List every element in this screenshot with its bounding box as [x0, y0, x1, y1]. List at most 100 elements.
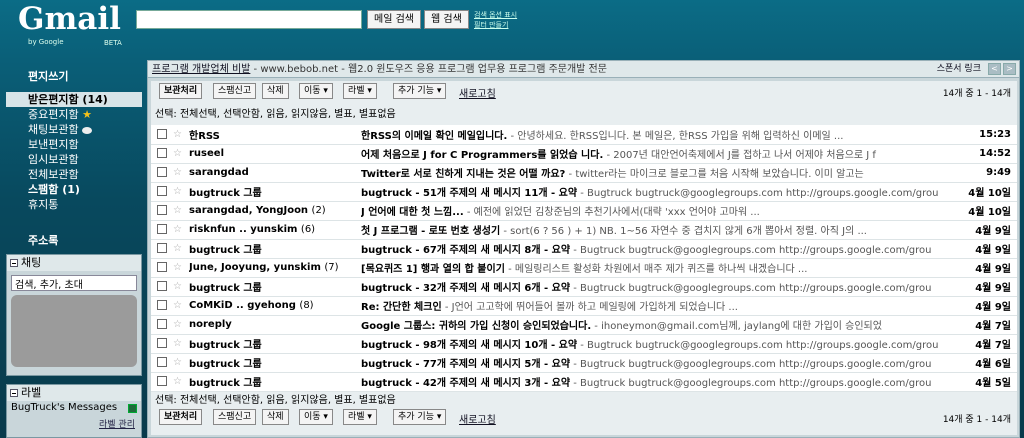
logo-by-google: by Google	[28, 38, 64, 46]
star-icon[interactable]: ☆	[173, 182, 189, 202]
chevron-right-icon[interactable]: >	[1003, 63, 1016, 75]
thread-count: (8)	[299, 300, 314, 311]
message-row[interactable]: ☆ June, Jooyung, yunskim (7) [목요퀴즈 1] 행과 열…	[151, 258, 1017, 278]
subject: 첫 J 프로그램 - 로또 번호 생성기	[361, 226, 501, 237]
row-checkbox[interactable]	[157, 262, 167, 272]
message-row[interactable]: ☆ bugtruck 그룹 bugtruck - 42개 주제의 새 메시지 3개…	[151, 372, 1017, 392]
row-checkbox[interactable]	[157, 357, 167, 367]
snippet: - Bugtruck bugtruck@googlegroups.com htt…	[570, 245, 932, 256]
star-icon[interactable]: ☆	[173, 353, 189, 373]
message-row[interactable]: ☆ bugtruck 그룹 bugtruck - 98개 주제의 새 메시지 10…	[151, 334, 1017, 354]
star-icon[interactable]: ☆	[173, 334, 189, 354]
manage-labels-link[interactable]: 라벨 관리	[7, 415, 141, 433]
star-icon[interactable]: ☆	[173, 296, 189, 316]
row-checkbox[interactable]	[157, 338, 167, 348]
message-row[interactable]: ☆ CoMKiD .. gyehong (8) Re: 간단한 체크인 - J언어 …	[151, 296, 1017, 316]
star-icon[interactable]: ☆	[173, 372, 189, 392]
collapse-icon[interactable]	[10, 389, 18, 397]
star-icon[interactable]: ☆	[173, 239, 189, 259]
search-web-button[interactable]: 웹 검색	[424, 10, 469, 29]
report-spam-button[interactable]: 스팸신고	[213, 409, 257, 425]
nav-item-spam[interactable]: 스팸함 (1)	[6, 182, 142, 197]
delete-button[interactable]: 삭제	[262, 409, 289, 425]
star-icon[interactable]: ☆	[173, 163, 189, 183]
row-checkbox[interactable]	[157, 319, 167, 329]
row-checkbox[interactable]	[157, 128, 167, 139]
sponsor-label[interactable]: 스폰서 링크	[937, 61, 981, 78]
nav-item-inbox[interactable]: 받은편지함 (14)	[6, 92, 142, 107]
more-actions-dropdown[interactable]: 추가 기능 ▾	[393, 83, 447, 99]
move-dropdown[interactable]: 이동 ▾	[299, 83, 333, 99]
star-icon[interactable]: ☆	[173, 144, 189, 164]
message-row[interactable]: ☆ ruseel 어제 처음으로 J for C Programmers를 읽었습…	[151, 144, 1017, 164]
chat-bubble-icon	[82, 126, 93, 134]
message-row[interactable]: ☆ bugtruck 그룹 bugtruck - 51개 주제의 새 메시지 11…	[151, 182, 1017, 202]
search-options-link[interactable]: 검색 옵션 표시	[474, 10, 517, 20]
search-mail-button[interactable]: 메일 검색	[367, 10, 421, 29]
labels-panel-header[interactable]: 라벨	[7, 385, 141, 401]
chat-panel-header[interactable]: 채팅	[7, 255, 141, 271]
sender: June, Jooyung, yunskim	[189, 262, 321, 273]
message-row[interactable]: ☆ bugtruck 그룹 bugtruck - 32개 주제의 새 메시지 6개…	[151, 277, 1017, 297]
select-links[interactable]: 선택: 전체선택, 선택안함, 읽음, 읽지않음, 별표, 별표없음	[155, 105, 396, 120]
contacts-link[interactable]: 주소록	[28, 232, 58, 248]
sponsor-bar: 프로그램 개발업체 비발 - www.bebob.net - 웹2.0 윈도우즈…	[148, 61, 1019, 78]
create-filter-link[interactable]: 필터 만들기	[474, 20, 517, 30]
date: 4월 5일	[945, 372, 1017, 392]
collapse-icon[interactable]	[10, 259, 18, 267]
sponsor-link[interactable]: 프로그램 개발업체 비발	[152, 64, 250, 75]
more-actions-dropdown[interactable]: 추가 기능 ▾	[393, 409, 447, 425]
row-checkbox[interactable]	[157, 167, 167, 177]
star-icon[interactable]: ☆	[173, 277, 189, 297]
chat-contacts-box	[11, 295, 137, 367]
compose-link[interactable]: 편지쓰기	[28, 68, 68, 84]
nav-item-trash[interactable]: 휴지통	[6, 197, 142, 212]
message-row[interactable]: ☆ bugtruck 그룹 bugtruck - 77개 주제의 새 메시지 5개…	[151, 353, 1017, 373]
star-icon[interactable]: ☆	[173, 125, 189, 145]
row-checkbox[interactable]	[157, 300, 167, 310]
header-links: 검색 옵션 표시 필터 만들기	[474, 10, 517, 30]
message-row[interactable]: ☆ sarangdad, YongJoon (2) J 언어에 대한 첫 느낌...…	[151, 201, 1017, 221]
subject: bugtruck - 67개 주제의 새 메시지 8개 - 요약	[361, 245, 571, 256]
report-spam-button[interactable]: 스팸신고	[213, 83, 257, 99]
nav-item-chats[interactable]: 채팅보관함	[6, 122, 142, 137]
star-icon[interactable]: ☆	[173, 220, 189, 240]
row-checkbox[interactable]	[157, 148, 167, 158]
nav-list: 받은편지함 (14) 중요편지함 ★ 채팅보관함 보낸편지함 임시보관함 전체보…	[6, 92, 142, 212]
chat-search-input[interactable]	[11, 275, 137, 291]
chevron-left-icon[interactable]: <	[988, 63, 1001, 75]
row-checkbox[interactable]	[157, 224, 167, 234]
nav-item-sent[interactable]: 보낸편지함	[6, 137, 142, 152]
refresh-link[interactable]: 새로고침	[459, 411, 496, 426]
select-links-bottom[interactable]: 선택: 전체선택, 선택안함, 읽음, 읽지않음, 별표, 별표없음	[155, 391, 396, 406]
refresh-link[interactable]: 새로고침	[459, 85, 496, 100]
message-row[interactable]: ☆ sarangdad Twitter로 서로 친하게 지내는 것은 어떨 까요?…	[151, 163, 1017, 183]
row-checkbox[interactable]	[157, 376, 167, 386]
label-item[interactable]: BugTruck's Messages	[7, 401, 141, 415]
sender: bugtruck 그룹	[189, 245, 262, 256]
nav-item-all-mail[interactable]: 전체보관함	[6, 167, 142, 182]
delete-button[interactable]: 삭제	[262, 83, 289, 99]
row-checkbox[interactable]	[157, 243, 167, 253]
row-checkbox[interactable]	[157, 205, 167, 215]
nav-item-starred[interactable]: 중요편지함 ★	[6, 107, 142, 122]
message-row[interactable]: ☆ 한RSS 한RSS의 이메일 확인 메일입니다. - 안녕하세요. 한RSS입…	[151, 125, 1017, 145]
archive-button[interactable]: 보관처리	[159, 409, 203, 425]
row-checkbox[interactable]	[157, 186, 167, 196]
label-dropdown[interactable]: 라벨 ▾	[343, 83, 377, 99]
nav-item-drafts[interactable]: 임시보관함	[6, 152, 142, 167]
row-checkbox[interactable]	[157, 281, 167, 291]
top-toolbar: 보관처리 스팸신고 삭제 이동 ▾ 라벨 ▾ 추가 기능 ▾ 새로고침 14개 …	[151, 83, 1017, 100]
message-row[interactable]: ☆ bugtruck 그룹 bugtruck - 67개 주제의 새 메시지 8개…	[151, 239, 1017, 259]
search-input[interactable]	[136, 10, 362, 29]
message-row[interactable]: ☆ noreply Google 그룹스: 귀하의 가입 신청이 승인되었습니다.…	[151, 315, 1017, 335]
star-icon[interactable]: ☆	[173, 315, 189, 335]
archive-button[interactable]: 보관처리	[159, 83, 203, 99]
star-icon[interactable]: ☆	[173, 201, 189, 221]
label-dropdown[interactable]: 라벨 ▾	[343, 409, 377, 425]
gmail-logo[interactable]: Gmail by Google BETA	[18, 2, 128, 50]
move-dropdown[interactable]: 이동 ▾	[299, 409, 333, 425]
message-row[interactable]: ☆ risknfun .. yunskim (6) 첫 J 프로그램 - 로또 번호…	[151, 220, 1017, 240]
star-icon[interactable]: ☆	[173, 258, 189, 278]
snippet: - Bugtruck bugtruck@googlegroups.com htt…	[577, 188, 939, 199]
